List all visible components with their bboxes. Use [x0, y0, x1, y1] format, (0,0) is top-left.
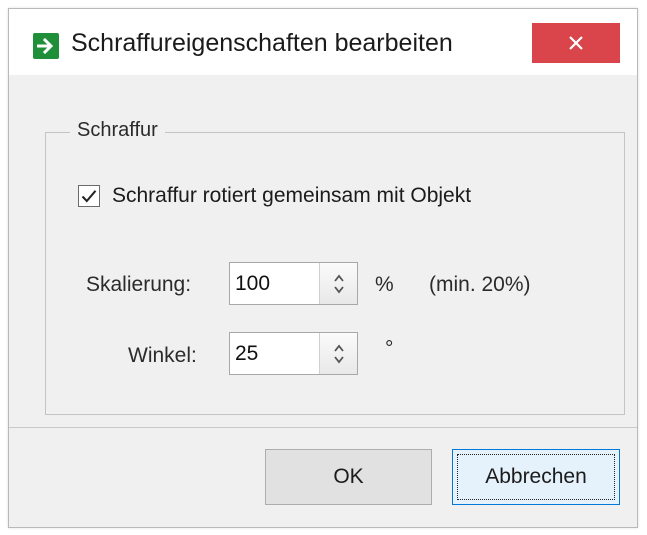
- rotate-with-object-label: Schraffur rotiert gemeinsam mit Objekt: [112, 184, 472, 207]
- angle-input[interactable]: [230, 333, 319, 374]
- group-title: Schraffur: [70, 119, 165, 142]
- close-button[interactable]: [532, 23, 620, 63]
- scale-unit: %: [375, 273, 394, 296]
- cancel-button-label: Abbrechen: [457, 454, 615, 500]
- hatch-groupbox: Schraffur Schraffur rotiert gemeinsam mi…: [45, 119, 625, 415]
- rotate-with-object-checkbox-row[interactable]: Schraffur rotiert gemeinsam mit Objekt: [78, 184, 471, 208]
- ok-button[interactable]: OK: [265, 449, 432, 505]
- rotate-with-object-checkbox[interactable]: [78, 185, 100, 207]
- spinner-arrows-icon: [333, 344, 344, 363]
- scale-label: Skalierung:: [86, 273, 192, 296]
- scale-hint: (min. 20%): [429, 273, 531, 296]
- window-title: Schraffureigenschaften bearbeiten: [71, 29, 453, 57]
- footer-divider: [9, 427, 637, 428]
- angle-spinbox[interactable]: [229, 332, 358, 375]
- title-bar: Schraffureigenschaften bearbeiten: [9, 9, 637, 75]
- dialog-window: Schraffureigenschaften bearbeiten Schraf…: [8, 8, 638, 528]
- cancel-button[interactable]: Abbrechen: [452, 449, 620, 505]
- scale-spin-buttons[interactable]: [319, 263, 357, 304]
- arrow-right-icon: [33, 33, 59, 59]
- angle-label: Winkel:: [128, 344, 197, 367]
- close-icon: [569, 36, 583, 50]
- scale-input[interactable]: [230, 263, 319, 304]
- spinner-arrows-icon: [333, 274, 344, 293]
- angle-spin-buttons[interactable]: [319, 333, 357, 374]
- scale-spinbox[interactable]: [229, 262, 358, 305]
- angle-unit: °: [385, 337, 394, 360]
- checkmark-icon: [81, 190, 97, 203]
- dialog-content: Schraffur Schraffur rotiert gemeinsam mi…: [9, 75, 637, 427]
